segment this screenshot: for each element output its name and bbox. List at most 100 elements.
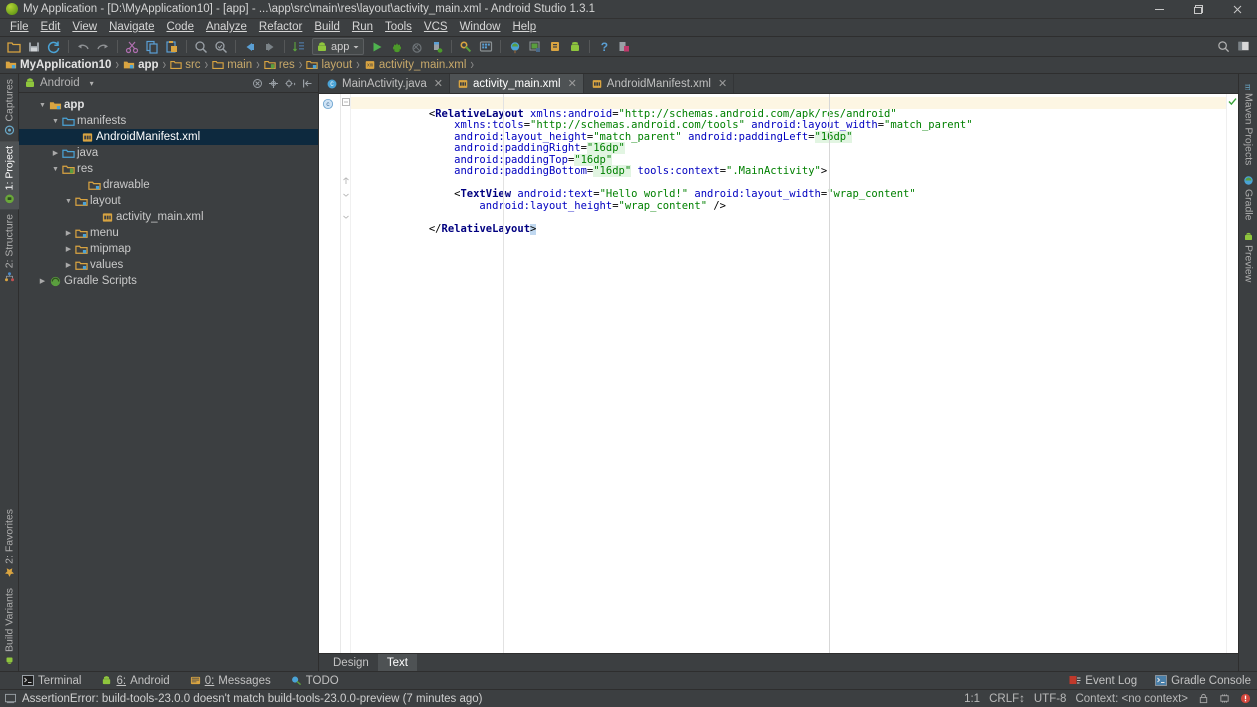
breadcrumb-item-res[interactable]: res [264,57,295,74]
target-icon[interactable] [268,78,279,89]
encoding[interactable]: UTF-8 [1034,693,1067,705]
close-icon[interactable]: ✕ [434,77,443,90]
inspection-ok-icon[interactable] [1228,97,1237,106]
help-icon[interactable]: ? [596,39,612,55]
menu-view[interactable]: View [66,19,103,36]
run-configuration-selector[interactable]: app [312,38,365,55]
fold-end-icon[interactable] [342,189,350,197]
cut-icon[interactable] [124,39,140,55]
tree-node-android-manifest[interactable]: AndroidManifest.xml [19,129,318,145]
tree-node-app[interactable]: ▼ app [19,97,318,113]
chevron-down-icon[interactable]: ▼ [37,102,48,109]
gradle-sync-icon[interactable] [507,39,523,55]
sidebar-item-favorites[interactable]: 2: Favorites [0,504,19,583]
caret-position[interactable]: 1:1 [964,693,980,705]
menu-run[interactable]: Run [346,19,379,36]
sidebar-item-preview[interactable]: Preview [1239,226,1257,287]
sidebar-item-maven-projects[interactable]: m Maven Projects [1239,74,1257,170]
tree-node-manifests[interactable]: ▼ manifests [19,113,318,129]
menu-analyze[interactable]: Analyze [200,19,253,36]
menu-tools[interactable]: Tools [379,19,418,36]
collapse-all-icon[interactable] [252,78,263,89]
tab-androidmanifest-xml[interactable]: AndroidManifest.xml ✕ [584,74,735,93]
sidebar-item-structure[interactable]: 2: Structure [0,209,19,287]
breadcrumb-item-file[interactable]: xm activity_main.xml [364,57,466,74]
tool-button-todo[interactable]: TODO [291,675,339,687]
sidebar-item-build-variants[interactable]: Build Variants [0,583,19,671]
project-structure-icon[interactable] [527,39,543,55]
forward-icon[interactable] [262,39,278,55]
back-icon[interactable] [242,39,258,55]
debug-icon[interactable] [389,39,405,55]
chevron-right-icon[interactable]: ▶ [37,277,48,285]
paste-icon[interactable] [164,39,180,55]
menu-build[interactable]: Build [308,19,346,36]
breadcrumb-item-app[interactable]: app [123,57,159,74]
find-icon[interactable] [193,39,209,55]
chevron-right-icon[interactable]: ▶ [63,245,74,253]
code-line[interactable]: </RelativeLayout> [351,212,1226,235]
code-line[interactable]: <TextView android:text="Hello world!" an… [351,178,1226,200]
tab-mainactivity-java[interactable]: C MainActivity.java ✕ [319,74,451,93]
menu-window[interactable]: Window [454,19,507,36]
breadcrumb-item-main[interactable]: main [212,57,252,74]
layout-icon[interactable] [1235,39,1251,55]
settings-icon[interactable] [547,39,563,55]
hide-panel-icon[interactable] [302,78,313,89]
menu-file[interactable]: File [4,19,35,36]
class-marker-icon[interactable]: c [322,98,335,111]
minimize-button[interactable] [1140,0,1179,19]
save-all-icon[interactable] [26,39,42,55]
tree-node-layout[interactable]: ▼ layout [19,193,318,209]
context-indicator[interactable]: Context: <no context> [1075,693,1188,705]
avd-manager-icon[interactable] [478,39,494,55]
project-tree[interactable]: ▼ app ▼ manifests AndroidManifest.xml ▶ … [19,93,318,671]
search-everywhere-icon[interactable] [1215,39,1231,55]
tool-button-gradle-console[interactable]: Gradle Console [1155,675,1251,687]
chevron-down-icon[interactable]: ▼ [50,118,61,125]
menu-help[interactable]: Help [506,19,542,36]
tool-button-messages[interactable]: 0: Messages [190,675,271,687]
redo-icon[interactable] [95,39,111,55]
settings-gear-icon[interactable] [284,78,297,89]
status-message[interactable]: AssertionError: build-tools-23.0.0 doesn… [22,693,483,705]
tree-node-menu[interactable]: ▶ menu [19,225,318,241]
close-icon[interactable]: ✕ [568,77,577,90]
sync-refresh-icon[interactable] [46,39,62,55]
sort-icon[interactable] [291,39,307,55]
tool-button-event-log[interactable]: Event Log [1069,675,1137,687]
code-line[interactable]: <RelativeLayout xmlns:android="http://sc… [351,97,1226,119]
undo-icon[interactable] [75,39,91,55]
android-monitor-icon[interactable] [567,39,583,55]
exit-icon[interactable] [616,39,632,55]
error-badge-icon[interactable] [1240,693,1251,704]
chevron-right-icon[interactable]: ▶ [63,229,74,237]
tab-activity-main-xml[interactable]: activity_main.xml ✕ [450,74,584,93]
menu-navigate[interactable]: Navigate [103,19,160,36]
tree-node-mipmap[interactable]: ▶ mipmap [19,241,318,257]
sidebar-item-project[interactable]: 1: Project [0,140,19,209]
run-icon[interactable] [369,39,385,55]
maximize-button[interactable] [1179,0,1218,19]
close-icon[interactable]: ✕ [718,77,727,90]
memory-icon[interactable] [1219,693,1230,704]
replace-icon[interactable] [213,39,229,55]
menu-code[interactable]: Code [160,19,200,36]
breadcrumb-item-project[interactable]: MyApplication10 [5,57,111,74]
copy-icon[interactable] [144,39,160,55]
chevron-right-icon[interactable]: ▶ [50,149,61,157]
menu-refactor[interactable]: Refactor [253,19,308,36]
line-separator[interactable]: CRLF↕ [989,693,1025,705]
fold-expand-icon[interactable] [342,211,350,219]
tree-node-gradle-scripts[interactable]: ▶ Gradle Scripts [19,273,318,289]
coverage-icon[interactable] [409,39,425,55]
editor-gutter[interactable]: c [319,94,341,653]
chevron-down-icon[interactable]: ▼ [50,166,61,173]
tool-button-terminal[interactable]: Terminal [22,675,81,687]
tree-node-res[interactable]: ▼ res [19,161,318,177]
editor-fold-column[interactable] [341,94,351,653]
project-view-selector-label[interactable]: Android [40,77,80,89]
breadcrumb-item-layout[interactable]: layout [306,57,352,74]
editor-marker-column[interactable] [1226,94,1238,653]
chevron-down-icon[interactable]: ▾ [90,79,94,88]
